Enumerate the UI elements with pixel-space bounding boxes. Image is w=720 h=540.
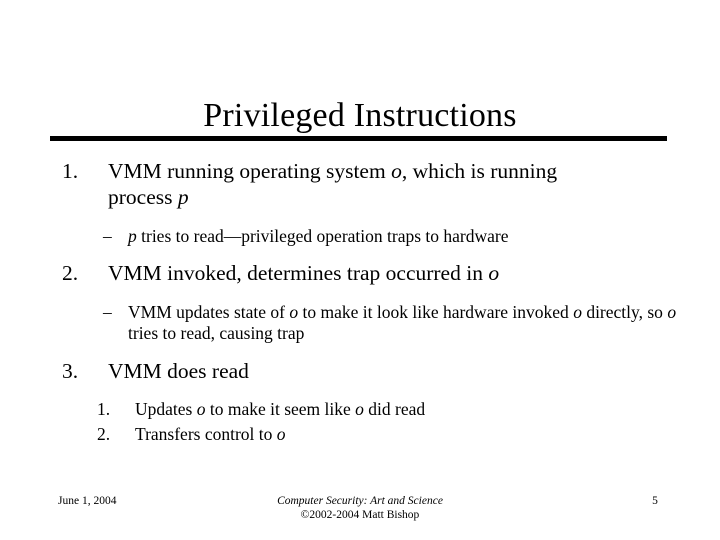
slide-body: 1. VMM running operating system o, which… (0, 158, 720, 446)
footer-source-title: Computer Security: Art and Science (277, 495, 443, 507)
list-marker-dash: – (103, 302, 112, 322)
italic-variable: o (355, 399, 364, 419)
list-item-3: 3. VMM does read (0, 358, 720, 384)
italic-variable: p (128, 226, 137, 246)
list-item-1-sub-1: – p tries to read—privileged operation t… (0, 226, 720, 247)
list-item-text: Transfers control to o (135, 424, 286, 444)
footer-copyright: ©2002-2004 Matt Bishop (300, 509, 420, 521)
list-marker-dash: – (103, 226, 112, 246)
list-item-text: Updates o to make it seem like o did rea… (135, 399, 426, 419)
list-item-1: 1. VMM running operating system o, which… (0, 158, 720, 210)
italic-variable: o (391, 159, 402, 183)
footer-page-number: 5 (652, 495, 658, 507)
list-marker: 2. (62, 261, 79, 285)
italic-variable: o (488, 261, 500, 285)
list-item-text: VMM invoked, determines trap occurred in… (108, 261, 500, 285)
list-item-3-sub-2: 2. Transfers control to o (0, 423, 720, 446)
italic-variable: o (196, 399, 206, 419)
page-title: Privileged Instructions (203, 96, 517, 134)
list-item-text: VMM running operating system o, which is… (108, 159, 558, 209)
list-item-text: VMM updates state of o to make it look l… (128, 302, 677, 343)
footer-date: June 1, 2004 (58, 495, 117, 507)
slide-footer: June 1, 2004 Computer Security: Art and … (0, 494, 720, 534)
list-item-3-sub-1: 1. Updates o to make it seem like o did … (0, 398, 720, 421)
italic-variable: o (667, 302, 677, 322)
list-marker: 1. (97, 399, 111, 419)
list-item-text: p tries to read—privileged operation tra… (128, 226, 509, 246)
italic-variable: o (573, 302, 582, 322)
list-item-2: 2. VMM invoked, determines trap occurred… (0, 260, 720, 286)
title-divider (50, 136, 667, 141)
italic-variable: p (177, 185, 189, 209)
footer-attribution: Computer Security: Art and Science ©2002… (180, 494, 540, 522)
list-item-text: VMM does read (108, 359, 249, 383)
list-marker: 3. (62, 359, 79, 383)
list-item-2-sub-1: – VMM updates state of o to make it look… (0, 302, 720, 344)
list-marker: 2. (97, 424, 111, 444)
italic-variable: o (276, 424, 286, 444)
italic-variable: o (289, 302, 299, 322)
list-marker: 1. (62, 159, 79, 183)
slide: Privileged Instructions 1. VMM running o… (0, 0, 720, 540)
